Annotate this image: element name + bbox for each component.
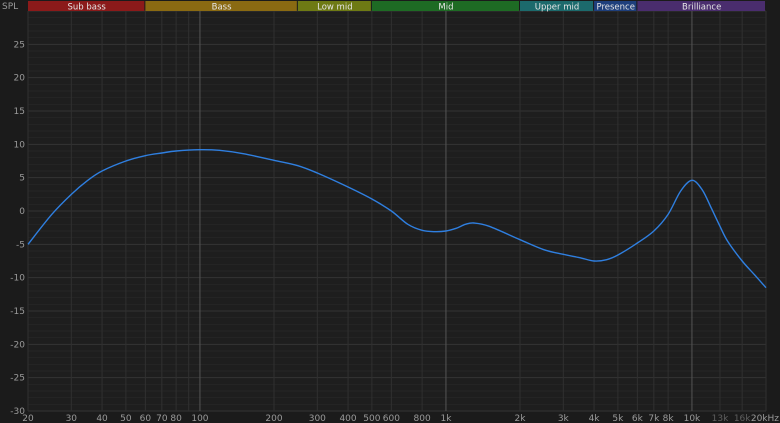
x-tick-label: 40 xyxy=(96,414,108,423)
x-tick-label: 600 xyxy=(383,414,400,423)
x-tick-label: 5k xyxy=(612,414,624,423)
x-tick-label: 80 xyxy=(170,414,182,423)
x-tick-label: 60 xyxy=(140,414,152,423)
y-tick-label: 0 xyxy=(19,207,25,217)
x-tick-label: 500 xyxy=(363,414,380,423)
band-label: Mid xyxy=(438,3,453,13)
x-tick-label: 50 xyxy=(120,414,132,423)
x-tick-label: 30 xyxy=(66,414,78,423)
y-tick-label: -5 xyxy=(16,240,25,250)
x-tick-label: 1k xyxy=(440,414,452,423)
y-tick-label: -15 xyxy=(10,307,25,317)
x-tick-label: 3k xyxy=(558,414,570,423)
band-label: Bass xyxy=(212,3,232,13)
x-tick-label: 20 xyxy=(22,414,34,423)
band-label: Presence xyxy=(596,3,634,13)
y-tick-label: -20 xyxy=(10,340,25,350)
y-tick-label: -10 xyxy=(10,274,25,284)
x-tick-label: 7k xyxy=(648,414,660,423)
frequency-bands: Sub bass Bass Low mid Mid Upper mid Presence B… xyxy=(28,1,765,13)
x-tick-label: 300 xyxy=(309,414,326,423)
band-label: Upper mid xyxy=(535,3,579,13)
y-tick-label: 15 xyxy=(14,107,25,117)
y-tick-label: 10 xyxy=(14,140,26,150)
x-tick-label: 6k xyxy=(632,414,644,423)
frequency-response-chart: Sub bass Bass Low mid Mid Upper mid Presence B… xyxy=(0,0,780,423)
y-tick-label: 5 xyxy=(19,174,25,184)
x-tick-label: 20kHz xyxy=(751,414,779,423)
x-tick-label: 200 xyxy=(265,414,282,423)
x-tick-label: 2k xyxy=(515,414,527,423)
y-tick-label: 20 xyxy=(14,74,26,84)
band-label: Low mid xyxy=(317,3,352,13)
x-tick-label: 100 xyxy=(191,414,208,423)
x-tick-label: 8k xyxy=(663,414,675,423)
x-tick-label: 13k xyxy=(712,414,729,423)
x-tick-label: 16k xyxy=(734,414,751,423)
x-tick-label: 400 xyxy=(339,414,356,423)
grid xyxy=(27,10,767,412)
x-tick-label: 800 xyxy=(414,414,431,423)
band-label: Sub bass xyxy=(68,3,107,13)
y-tick-label: -25 xyxy=(10,374,25,384)
band-label: Brilliance xyxy=(682,3,721,13)
x-tick-label: 10k xyxy=(684,414,701,423)
y-tick-label: 25 xyxy=(14,40,25,50)
x-tick-label: 70 xyxy=(156,414,168,423)
x-tick-label: 4k xyxy=(589,414,601,423)
y-axis-label: SPL xyxy=(2,2,18,12)
